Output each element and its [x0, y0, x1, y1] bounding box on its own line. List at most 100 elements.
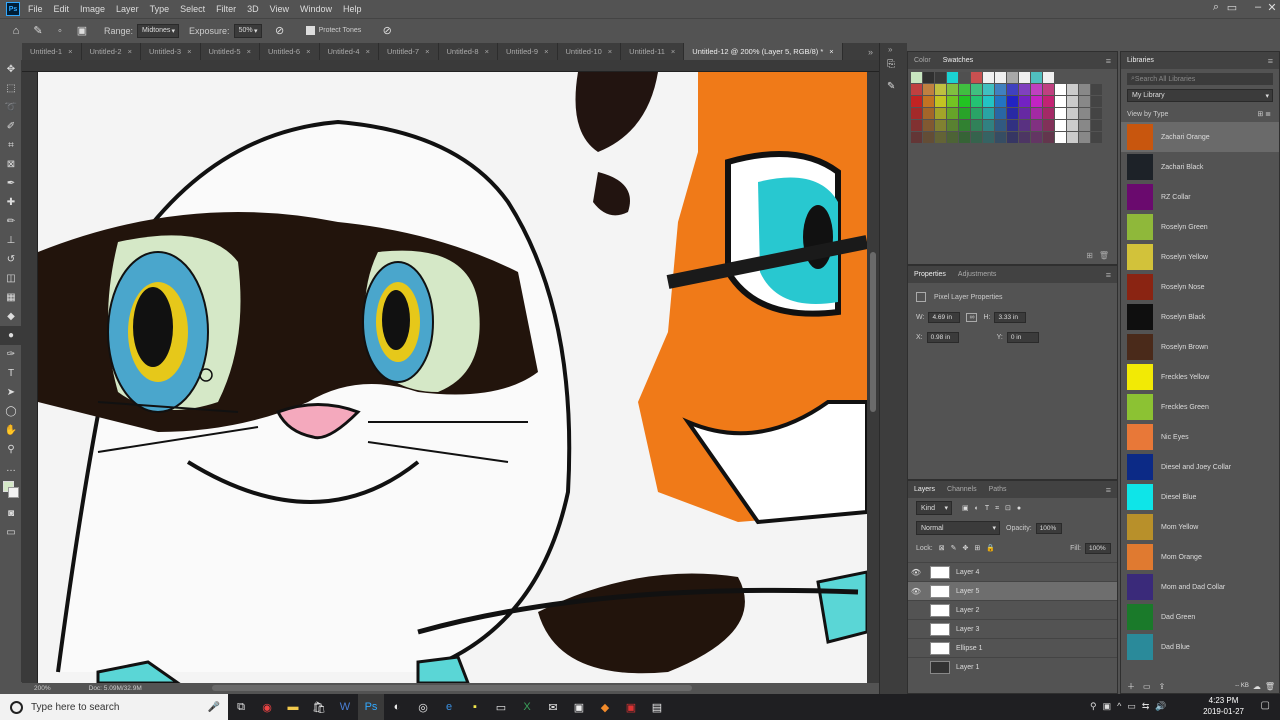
swatch[interactable]	[1043, 84, 1054, 95]
steam-icon[interactable]: ◎	[410, 694, 436, 720]
swatch[interactable]	[1031, 132, 1042, 143]
swatch[interactable]	[947, 96, 958, 107]
taskbar-search[interactable]: Type here to search 🎤	[0, 694, 228, 720]
swatch[interactable]	[1067, 132, 1078, 143]
swatch[interactable]	[959, 132, 970, 143]
link-icon[interactable]: ∞	[966, 312, 978, 322]
swatch[interactable]	[911, 84, 922, 95]
swatch[interactable]	[935, 132, 946, 143]
swatch[interactable]	[983, 96, 994, 107]
y-field[interactable]: 0 in	[1006, 331, 1039, 343]
swatch[interactable]	[1091, 96, 1102, 107]
more-tools-icon[interactable]: …	[0, 459, 22, 478]
swatch[interactable]	[1079, 84, 1090, 95]
swatch[interactable]	[911, 72, 922, 83]
add-content-icon[interactable]: ＋	[1127, 681, 1135, 692]
swatch[interactable]	[1007, 96, 1018, 107]
swatch[interactable]	[1055, 120, 1066, 131]
swatch[interactable]	[1067, 108, 1078, 119]
swatch[interactable]	[995, 72, 1006, 83]
type-tool-icon[interactable]: T	[0, 364, 22, 383]
tab-properties[interactable]: Properties	[914, 271, 946, 278]
swatch[interactable]	[1091, 132, 1102, 143]
swatch[interactable]	[923, 132, 934, 143]
menu-window[interactable]: Window	[300, 4, 332, 14]
swatch[interactable]	[995, 84, 1006, 95]
burn-tool-icon[interactable]: ✎	[30, 23, 46, 39]
swatch[interactable]	[1043, 108, 1054, 119]
swatch[interactable]	[1019, 108, 1030, 119]
menu-image[interactable]: Image	[80, 4, 105, 14]
history-panel-icon[interactable]: ⎘	[887, 59, 895, 70]
library-color-item[interactable]: Nic Eyes	[1121, 422, 1279, 452]
swatch[interactable]	[995, 96, 1006, 107]
view-by-select[interactable]: View by Type	[1127, 111, 1168, 118]
swatch[interactable]	[1019, 96, 1030, 107]
swatch[interactable]	[983, 84, 994, 95]
menu-type[interactable]: Type	[150, 4, 170, 14]
swatch[interactable]	[911, 120, 922, 131]
layer-row[interactable]: Layer 3	[908, 619, 1117, 638]
swatch[interactable]	[935, 84, 946, 95]
swatch[interactable]	[935, 72, 946, 83]
menu-edit[interactable]: Edit	[54, 4, 70, 14]
grid-view-icon[interactable]: ⊞ ≣	[1257, 110, 1271, 118]
exposure-field[interactable]: 50%	[233, 23, 262, 38]
tabs-overflow-icon[interactable]: »	[868, 43, 879, 60]
swatch[interactable]	[1043, 132, 1054, 143]
tab-untitled-2[interactable]: Untitled-2 ×	[82, 43, 141, 60]
swatch[interactable]	[923, 72, 934, 83]
pen-tool-icon[interactable]: ✑	[0, 345, 22, 364]
library-color-item[interactable]: Freckles Green	[1121, 392, 1279, 422]
library-color-item[interactable]: Diesel Blue	[1121, 482, 1279, 512]
microphone-icon[interactable]: 🎤	[208, 702, 220, 713]
swatch[interactable]	[959, 120, 970, 131]
lasso-tool-icon[interactable]: ➰	[0, 98, 22, 117]
vertical-scroll-thumb[interactable]	[870, 252, 876, 412]
library-color-item[interactable]: Zachari Black	[1121, 152, 1279, 182]
photoshop-taskbar-icon[interactable]: Ps	[358, 694, 384, 720]
library-color-item[interactable]: Dad Blue	[1121, 632, 1279, 662]
menu-view[interactable]: View	[270, 4, 289, 14]
library-search-input[interactable]: ⌕ Search All Libraries	[1127, 73, 1273, 85]
layer-row[interactable]: Ellipse 1	[908, 638, 1117, 657]
swatch[interactable]	[1091, 84, 1102, 95]
swatch[interactable]	[911, 96, 922, 107]
eyedropper-tool-icon[interactable]: ✒	[0, 174, 22, 193]
move-tool-icon[interactable]: ✥	[0, 60, 22, 79]
swatch[interactable]	[923, 84, 934, 95]
menu-3d[interactable]: 3D	[247, 4, 259, 14]
swatch[interactable]	[1079, 120, 1090, 131]
eraser-tool-icon[interactable]: ◫	[0, 269, 22, 288]
layer-row[interactable]: Layer 2	[908, 600, 1117, 619]
libraries-title[interactable]: Libraries	[1127, 57, 1154, 64]
swatch[interactable]	[923, 108, 934, 119]
gradient-tool-icon[interactable]: ▦	[0, 288, 22, 307]
swatch[interactable]	[947, 132, 958, 143]
tab-paths[interactable]: Paths	[989, 486, 1007, 493]
brush-panel-icon[interactable]: ✎	[887, 81, 895, 92]
layer-row[interactable]: 👁 Layer 4	[908, 562, 1117, 581]
system-tray-icons[interactable]: ⚲▣^▭⇆🔊	[1090, 701, 1173, 712]
airbrush-icon[interactable]: ⊘	[272, 23, 288, 39]
library-color-item[interactable]: Diesel and Joey Collar	[1121, 452, 1279, 482]
tab-untitled-7[interactable]: Untitled-7 ×	[379, 43, 439, 60]
swatch[interactable]	[959, 108, 970, 119]
swatch[interactable]	[1007, 120, 1018, 131]
notifications-icon[interactable]: ▢	[1261, 700, 1270, 711]
workspace-icon[interactable]: ▭	[1222, 1, 1242, 14]
tab-close-icon[interactable]: ×	[671, 47, 675, 56]
marquee-tool-icon[interactable]: ⬚	[0, 79, 22, 98]
screen-mode-icon[interactable]: ▭	[0, 523, 22, 542]
swatch[interactable]	[971, 108, 982, 119]
horizontal-scrollbar[interactable]	[102, 683, 862, 694]
visibility-eye-icon[interactable]: 👁	[908, 568, 924, 577]
swatch[interactable]	[983, 120, 994, 131]
tab-close-icon[interactable]: ×	[485, 47, 489, 56]
swatch[interactable]	[1055, 132, 1066, 143]
height-field[interactable]: 3.33 in	[994, 311, 1027, 323]
app-icon-3[interactable]: ▣	[618, 694, 644, 720]
monitor-icon[interactable]: ▭	[488, 694, 514, 720]
quick-mask-icon[interactable]: ◙	[0, 504, 22, 523]
library-select[interactable]: My Library	[1127, 89, 1273, 102]
